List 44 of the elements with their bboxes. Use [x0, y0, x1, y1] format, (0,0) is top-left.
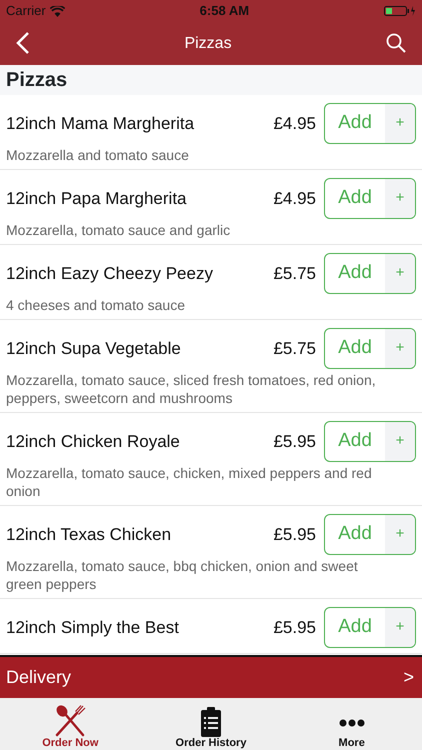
item-name: 12inch Eazy Cheezy Peezy — [6, 262, 214, 285]
item-name: 12inch Mama Margherita — [6, 112, 196, 135]
arrow-label: > — [403, 666, 414, 689]
item-name: 12inch Supa Vegetable — [6, 338, 182, 360]
item-name: 12inch Chicken Royale — [6, 430, 181, 453]
more-icon — [338, 718, 365, 726]
section-title: Pizzas — [6, 68, 68, 93]
item-price: £5.95 — [273, 524, 316, 546]
item-price: £5.75 — [273, 262, 316, 285]
carrier-label: Carrier — [6, 2, 46, 20]
delivery-label: Delivery — [6, 666, 72, 689]
delivery-bar[interactable]: Delivery > — [0, 655, 422, 698]
item-price: £4.95 — [273, 188, 316, 210]
item-description: 4 cheeses and tomato sauce — [6, 296, 186, 314]
add-button[interactable]: Add + — [324, 607, 416, 648]
cutlery-icon — [53, 704, 88, 736]
item-description: Mozzarella, tomato sauce and garlic — [6, 221, 232, 239]
item-description: Mozzarella and tomato sauce — [6, 146, 190, 164]
item-price: £5.75 — [273, 338, 316, 360]
item-name: 12inch Simply the Best — [6, 616, 180, 639]
add-button[interactable]: Add + — [324, 253, 416, 294]
clipboard-icon — [201, 706, 221, 736]
status-time: 6:58 AM — [200, 2, 250, 20]
nav-title: Pizzas — [184, 34, 232, 54]
item-price: £5.95 — [273, 430, 316, 453]
add-button[interactable]: Add + — [324, 178, 416, 219]
item-price: £4.95 — [273, 112, 316, 135]
item-description: Mozzarella, tomato sauce, bbq chicken, onion and sweet green peppers — [6, 557, 359, 593]
add-button[interactable]: Add + — [324, 514, 416, 555]
item-name: 12inch Papa Margherita — [6, 188, 188, 210]
item-description: Mozzarella, tomato sauce, sliced fresh tomatoes, red onion, peppers, sweetcorn and mushrooms — [6, 371, 377, 407]
item-description: Mozzarella, tomato sauce, chicken, mixed peppers and red onion — [6, 464, 373, 500]
item-price: £5.95 — [273, 616, 316, 639]
tab-bar-item[interactable]: Order History — [140, 698, 282, 750]
add-button[interactable]: Add + — [324, 103, 416, 144]
tab-bar-item[interactable]: More — [281, 698, 422, 750]
back-button[interactable] — [16, 31, 30, 56]
add-button[interactable]: Add + — [324, 421, 416, 462]
wifi-icon — [50, 6, 65, 16]
battery-icon — [384, 5, 416, 17]
add-button[interactable]: Add + — [324, 328, 416, 369]
item-name: 12inch Texas Chicken — [6, 524, 172, 546]
tab-bar-item[interactable]: Order Now — [0, 698, 141, 750]
search-button[interactable] — [386, 32, 406, 56]
